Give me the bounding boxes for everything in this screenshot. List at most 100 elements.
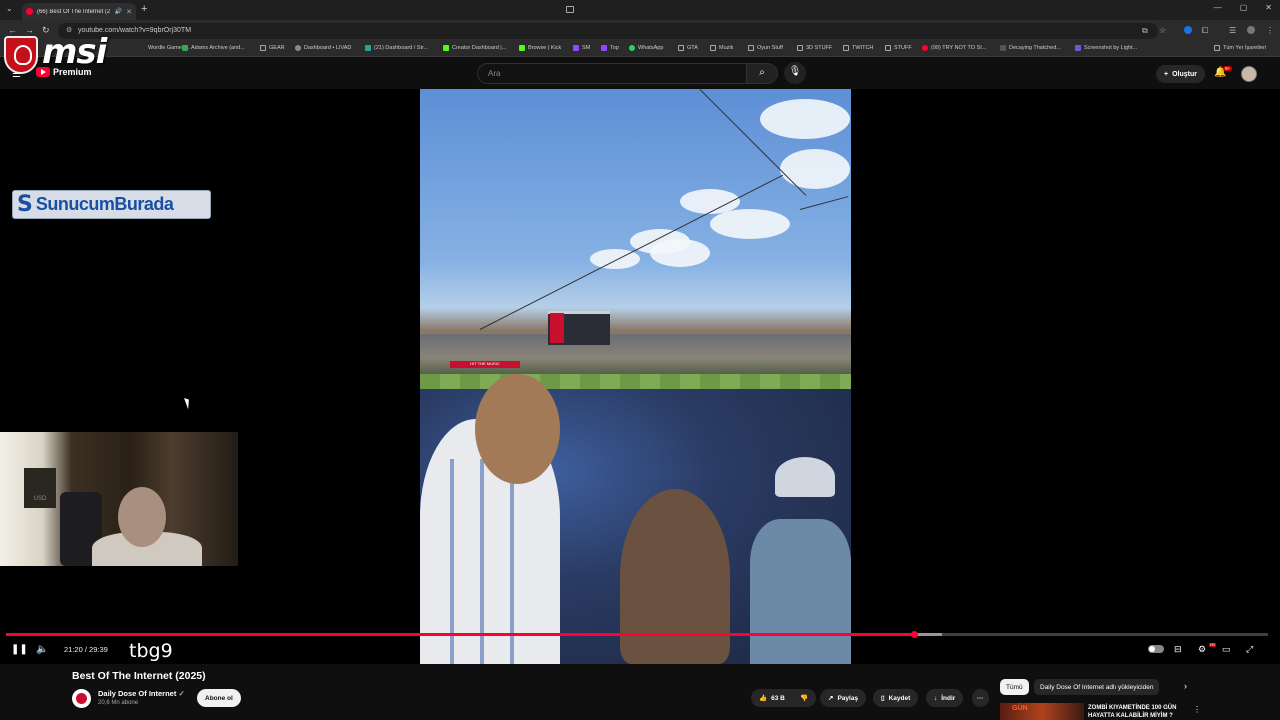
browser-menu-icon[interactable]: ⋮ [1266, 26, 1274, 35]
save-button[interactable]: ▯ Kaydet [873, 689, 919, 707]
bookmark-label: Adams Archive (and... [191, 45, 245, 51]
subtitles-icon[interactable]: ⊟ [1174, 644, 1182, 655]
account-avatar[interactable] [1241, 66, 1257, 82]
bookmark-item[interactable]: 3D STUFF [797, 45, 832, 51]
extensions-puzzle-icon[interactable]: ⧠ [1202, 26, 1208, 36]
bookmark-item[interactable]: Adams Archive (and... [182, 45, 245, 51]
minimize-icon[interactable]: — [1214, 3, 1222, 12]
whatsapp-icon [629, 45, 635, 51]
folder-icon [1214, 45, 1220, 51]
livad-icon [295, 45, 301, 51]
recommendation-thumbnail[interactable]: GÜN [1000, 703, 1084, 720]
install-app-icon[interactable]: ⧉ [1142, 26, 1148, 36]
bookmark-item[interactable]: Browse | Kick [519, 45, 561, 51]
search-input[interactable]: Ara [477, 63, 747, 84]
bookmark-item[interactable]: TWITCH [843, 45, 873, 51]
fullscreen-icon[interactable]: ⤢ [1246, 644, 1253, 655]
progress-fill [6, 633, 914, 636]
bookmark-item[interactable]: Muzik [710, 45, 733, 51]
time-display: 21:20 / 29:39 [64, 645, 108, 654]
settings-gear-icon[interactable]: ⚙ [1198, 644, 1206, 655]
microphone-icon: 🎙 [788, 66, 802, 77]
save-label: Kaydet [888, 694, 911, 702]
kick-icon [443, 45, 449, 51]
audio-playing-icon[interactable]: 🔊 [115, 8, 122, 15]
msi-logo-text: msi [42, 32, 107, 72]
channel-name[interactable]: Daily Dose Of Internet ✓ [98, 689, 185, 698]
url-input[interactable]: youtube.com/watch?v=9qbrOrj30TM [58, 23, 1158, 39]
sidebar-icon[interactable]: ☰ [1229, 26, 1236, 35]
all-bookmarks[interactable]: Tüm Yer İşaretleri [1214, 45, 1266, 51]
dislike-button[interactable]: 👎 [792, 689, 817, 707]
new-tab-button[interactable]: + [141, 3, 147, 15]
video-frame-baseball-stadium[interactable]: HIT THE MUSIC [420, 89, 851, 664]
tab-list-chevron-icon[interactable]: ⌄ [6, 4, 13, 13]
chevron-right-icon[interactable]: › [1184, 681, 1187, 691]
bookmark-label: Top [610, 45, 619, 51]
browser-tab-active[interactable]: (66) Best Of The Internet (2 🔊 ✕ [22, 3, 136, 20]
search-button[interactable]: ⌕ [746, 63, 778, 84]
create-button[interactable]: + Oluştur [1156, 65, 1205, 83]
close-window-icon[interactable]: ✕ [1265, 3, 1272, 12]
stadium-stands [420, 334, 851, 374]
notification-badge: 9+ [1223, 66, 1233, 71]
profile-avatar-icon[interactable] [1247, 26, 1255, 34]
bookmark-item[interactable]: Screenshot by Light... [1075, 45, 1137, 51]
bookmark-label: GEAR [269, 45, 285, 51]
like-count: 63 B [771, 694, 785, 702]
pause-icon[interactable]: ❚❚ [11, 644, 28, 655]
msi-logo: msi [2, 32, 142, 78]
bookmark-label: Browse | Kick [528, 45, 562, 51]
bookmark-icon: ▯ [881, 695, 885, 702]
tab-title: (66) Best Of The Internet (2 [37, 8, 111, 15]
subscribe-button[interactable]: Abone ol [197, 689, 241, 707]
sheets-icon [182, 45, 188, 51]
bookmark-item[interactable]: GEAR [260, 45, 285, 51]
autoplay-toggle[interactable] [1148, 645, 1164, 653]
close-tab-icon[interactable]: ✕ [126, 8, 132, 16]
bookmark-item[interactable]: Dashboard • LIVAD [295, 45, 351, 51]
kick-icon [519, 45, 525, 51]
more-vertical-icon[interactable]: ⋮ [1193, 705, 1201, 714]
extension-icon[interactable] [1184, 26, 1192, 34]
channel-avatar[interactable] [72, 689, 91, 708]
chip-all[interactable]: Tümü [1000, 679, 1029, 695]
twitch-icon [601, 45, 607, 51]
download-button[interactable]: ↓ İndir [926, 689, 964, 707]
bookmark-label: STUFF [894, 45, 912, 51]
bookmark-label: WhatsApp [638, 45, 664, 51]
thumbs-up-icon: 👍 [759, 695, 768, 702]
chip-channel[interactable]: Daily Dose Of Internet adlı yükleyiciden [1034, 679, 1160, 695]
bookmark-item[interactable]: (99) TRY NOT TO SI... [922, 45, 986, 51]
volume-icon[interactable]: 🔈 [36, 644, 48, 655]
voice-search-button[interactable]: 🎙 [784, 62, 806, 84]
bookmark-item[interactable]: Decaying Thatched... [1000, 45, 1061, 51]
bookmark-item[interactable]: Oyun Stuff [748, 45, 783, 51]
maximize-icon[interactable]: ▢ [1240, 3, 1248, 12]
more-actions-button[interactable]: ··· [972, 689, 989, 707]
bookmark-label: SM [582, 45, 591, 51]
sunucum-burada-logo: S SunucumBurada [12, 190, 211, 219]
bookmark-item[interactable]: STUFF [885, 45, 912, 51]
share-button[interactable]: ↗ Paylaş [820, 689, 867, 707]
bookmark-item[interactable]: WhatsApp [629, 45, 663, 51]
bookmark-label: Creator Dashboard |... [452, 45, 507, 51]
bookmark-item[interactable]: SM [573, 45, 590, 51]
share-label: Paylaş [837, 694, 859, 702]
bookmark-item[interactable]: GTA [678, 45, 698, 51]
video-player[interactable]: HIT THE MUSIC [0, 89, 1280, 664]
more-horizontal-icon: ··· [977, 694, 984, 702]
lightshot-icon [1075, 45, 1081, 51]
recommendation-title[interactable]: ZOMBİ KIYAMETİNDE 100 GÜN HAYATTA KALABİ… [1088, 704, 1198, 720]
theater-mode-icon[interactable]: ▭ [1222, 644, 1231, 655]
tab-search-icon[interactable] [566, 6, 574, 13]
like-button[interactable]: 👍 63 B [751, 689, 793, 707]
scrubber-handle[interactable] [910, 631, 918, 638]
bookmark-star-icon[interactable]: ☆ [1159, 26, 1166, 35]
youtube-header: ☰ Premium TR Ara ⌕ 🎙 + Oluştur 🔔 9+ [0, 57, 1280, 89]
twitch-icon [573, 45, 579, 51]
bookmark-item[interactable]: (21) Dashboard / Str... [365, 45, 428, 51]
bookmark-item[interactable]: Creator Dashboard |... [443, 45, 506, 51]
usb-sign: USD [24, 468, 56, 508]
bookmark-item[interactable]: Top [601, 45, 619, 51]
